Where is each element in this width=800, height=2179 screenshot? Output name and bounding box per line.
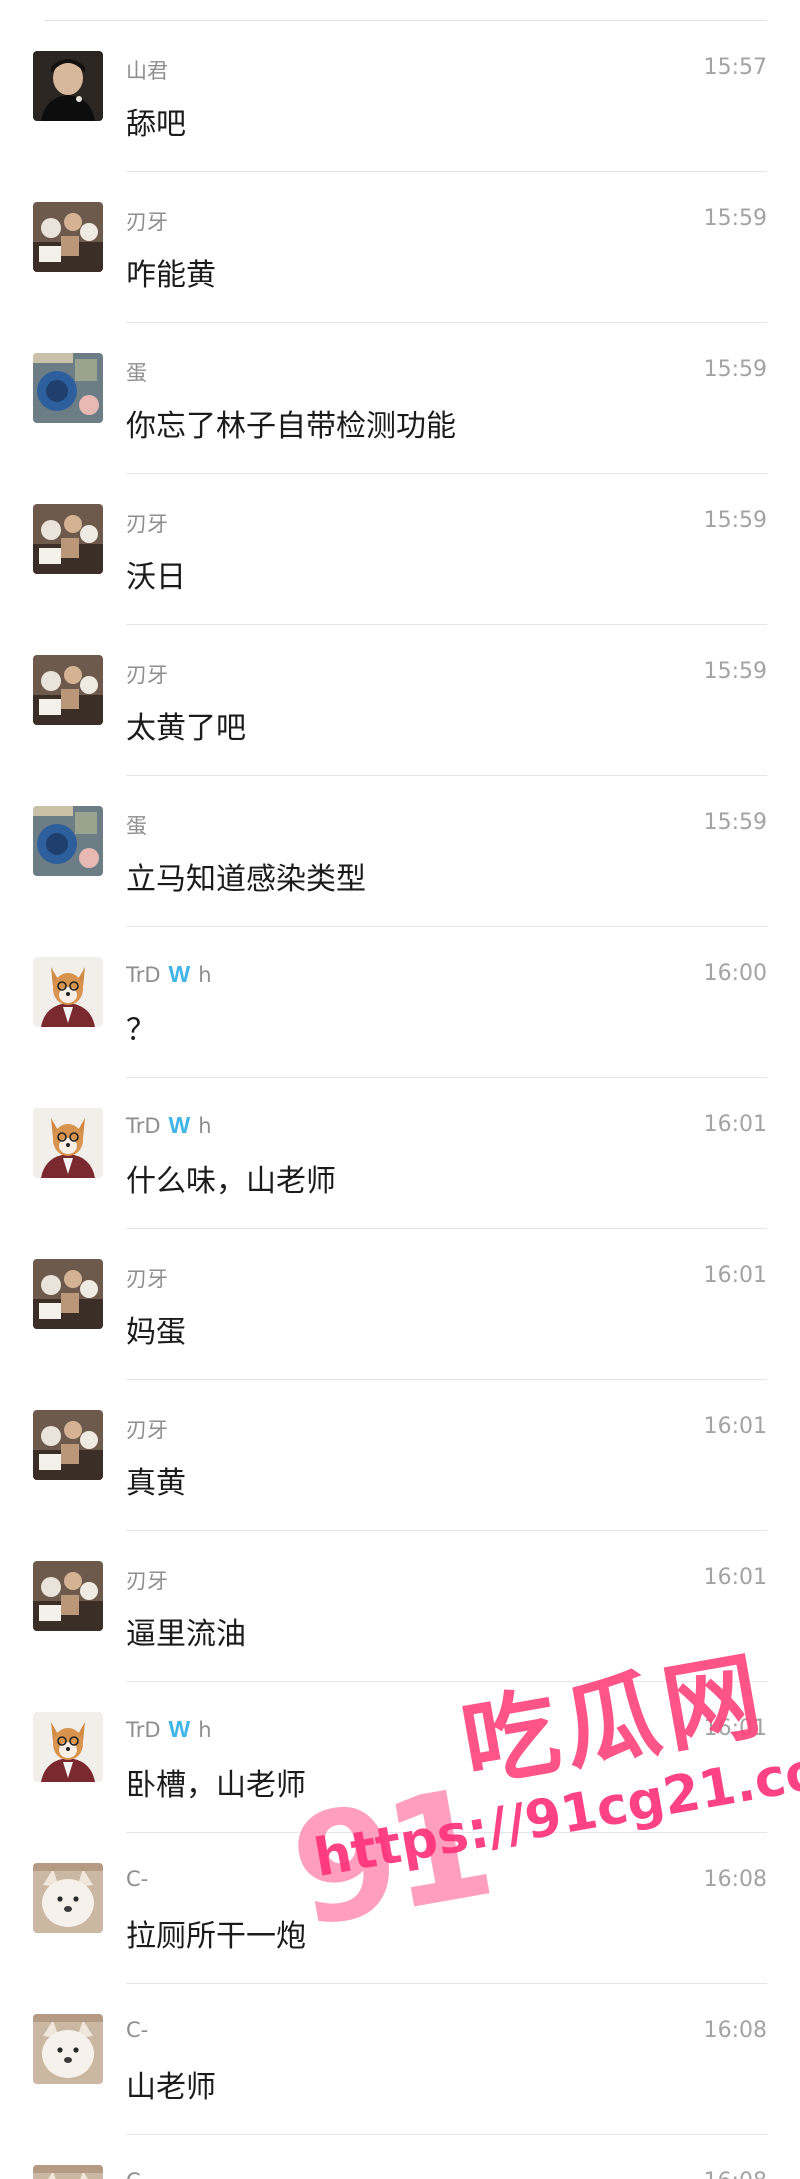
message-time: 16:01 — [703, 1565, 767, 1590]
crowd-photo-avatar[interactable] — [33, 202, 103, 272]
chat-message-row[interactable]: C- 16:08 — [0, 2135, 800, 2179]
w-badge-icon: W — [168, 1716, 191, 1742]
chat-message-row[interactable]: 刃牙 15:59 太黄了吧 — [0, 625, 800, 776]
sender-name-suffix: h — [198, 962, 212, 987]
message-text[interactable]: 太黄了吧 — [126, 703, 246, 747]
chat-message-row[interactable]: 蛋 15:59 你忘了林子自带检测功能 — [0, 323, 800, 474]
sender-name: 刃牙 — [126, 1414, 168, 1444]
message-time: 15:57 — [703, 55, 767, 80]
chat-message-row[interactable]: 刃牙 15:59 沃日 — [0, 474, 800, 625]
message-time: 16:00 — [703, 961, 767, 986]
sender-name: 刃牙 — [126, 659, 168, 689]
message-text[interactable]: 真黄 — [126, 1458, 186, 1502]
sender-name-text: 刃牙 — [126, 1267, 168, 1291]
sender-name: 刃牙 — [126, 206, 168, 236]
chat-message-row[interactable]: C- 16:08 山老师 — [0, 1984, 800, 2135]
sender-name: TrD Wh — [126, 961, 212, 988]
sender-name-text: 刃牙 — [126, 1569, 168, 1593]
message-text[interactable]: 山老师 — [126, 2062, 216, 2106]
chat-message-row[interactable]: 刃牙 16:01 逼里流油 — [0, 1531, 800, 1682]
message-time: 16:01 — [703, 1263, 767, 1288]
message-text[interactable]: 拉厕所干一炮 — [126, 1911, 306, 1955]
shiba-suit-avatar[interactable] — [33, 1712, 103, 1782]
message-text[interactable]: ？ — [126, 1005, 156, 1049]
message-time: 16:01 — [703, 1716, 767, 1741]
sender-name: 山君 — [126, 55, 168, 85]
message-time: 15:59 — [703, 810, 767, 835]
chat-message-row[interactable]: TrD Wh 16:01 什么味，山老师 — [0, 1078, 800, 1229]
chat-message-row[interactable]: 蛋 15:59 立马知道感染类型 — [0, 776, 800, 927]
sender-name-text: 刃牙 — [126, 663, 168, 687]
blue-scene-avatar[interactable] — [33, 353, 103, 423]
message-time: 15:59 — [703, 508, 767, 533]
message-text[interactable]: 咋能黄 — [126, 250, 216, 294]
blue-scene-avatar[interactable] — [33, 806, 103, 876]
sender-name-text: 刃牙 — [126, 512, 168, 536]
chat-message-row[interactable]: TrD Wh 16:00 ？ — [0, 927, 800, 1078]
chat-message-row[interactable]: 刃牙 15:59 咋能黄 — [0, 172, 800, 323]
sender-name-text: 山君 — [126, 59, 168, 83]
message-time: 16:08 — [703, 1867, 767, 1892]
chat-message-row[interactable]: C- 16:08 拉厕所干一炮 — [0, 1833, 800, 1984]
chat-message-row[interactable]: 刃牙 16:01 妈蛋 — [0, 1229, 800, 1380]
message-time: 16:01 — [703, 1112, 767, 1137]
crowd-photo-avatar[interactable] — [33, 1410, 103, 1480]
message-text[interactable]: 卧槽，山老师 — [126, 1760, 306, 1804]
sender-name-text: 蛋 — [126, 361, 147, 385]
message-text[interactable]: 立马知道感染类型 — [126, 854, 366, 898]
sender-name: TrD Wh — [126, 1112, 212, 1139]
sender-name-text: 蛋 — [126, 814, 147, 838]
sender-name-text: TrD — [126, 962, 161, 987]
crowd-photo-avatar[interactable] — [33, 1561, 103, 1631]
chat-message-row[interactable]: 刃牙 16:01 真黄 — [0, 1380, 800, 1531]
chat-message-row[interactable]: TrD Wh 16:01 卧槽，山老师 — [0, 1682, 800, 1833]
sender-name-text: C- — [126, 2018, 149, 2042]
sender-name-text: C- — [126, 2169, 148, 2179]
white-dog-avatar[interactable] — [33, 2165, 103, 2179]
message-time: 15:59 — [703, 357, 767, 382]
message-text[interactable]: 舔吧 — [126, 99, 186, 143]
crowd-photo-avatar[interactable] — [33, 504, 103, 574]
shiba-suit-avatar[interactable] — [33, 957, 103, 1027]
sender-name: C- — [126, 2018, 148, 2042]
message-text[interactable]: 逼里流油 — [126, 1609, 246, 1653]
crowd-photo-avatar[interactable] — [33, 1259, 103, 1329]
sender-name: 蛋 — [126, 810, 147, 840]
white-dog-avatar[interactable] — [33, 1863, 103, 1933]
message-text[interactable]: 妈蛋 — [126, 1307, 186, 1351]
w-badge-icon: W — [168, 1112, 191, 1138]
sender-name: C- — [126, 1867, 148, 1891]
sender-name-text: TrD — [126, 1717, 161, 1742]
message-time: 16:08 — [703, 2018, 767, 2043]
chat-screen: 山君 15:57 舔吧 刃牙 15:59 咋能黄蛋 15:59 你忘了林子自带检测功能 刃牙 15… — [0, 0, 800, 2179]
white-dog-avatar[interactable] — [33, 2014, 103, 2084]
message-time: 15:59 — [703, 206, 767, 231]
sender-name: 刃牙 — [126, 1263, 168, 1293]
sender-name: TrD Wh — [126, 1716, 212, 1743]
sender-name-text: 刃牙 — [126, 1418, 168, 1442]
sender-name-suffix: h — [198, 1717, 212, 1742]
message-text[interactable]: 什么味，山老师 — [126, 1156, 336, 1200]
man-portrait-avatar[interactable] — [33, 51, 103, 121]
message-time: 15:59 — [703, 659, 767, 684]
crowd-photo-avatar[interactable] — [33, 655, 103, 725]
message-time: 16:08 — [704, 2169, 767, 2179]
message-text[interactable]: 你忘了林子自带检测功能 — [126, 401, 456, 445]
w-badge-icon: W — [168, 961, 191, 987]
sender-name: 蛋 — [126, 357, 147, 387]
sender-name: C- — [126, 2169, 148, 2179]
sender-name-suffix: h — [198, 1113, 212, 1138]
sender-name-text: TrD — [126, 1113, 161, 1138]
message-list[interactable]: 山君 15:57 舔吧 刃牙 15:59 咋能黄蛋 15:59 你忘了林子自带检测功能 刃牙 15… — [0, 21, 800, 2179]
chat-message-row[interactable]: 山君 15:57 舔吧 — [0, 21, 800, 172]
sender-name-text: 刃牙 — [126, 210, 168, 234]
sender-name-text: C- — [126, 1867, 149, 1891]
message-text[interactable]: 沃日 — [126, 552, 186, 596]
sender-name: 刃牙 — [126, 508, 168, 538]
shiba-suit-avatar[interactable] — [33, 1108, 103, 1178]
message-time: 16:01 — [703, 1414, 767, 1439]
sender-name: 刃牙 — [126, 1565, 168, 1595]
